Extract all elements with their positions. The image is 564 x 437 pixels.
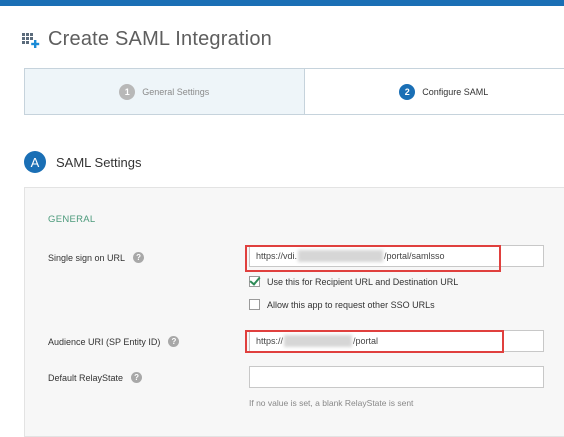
page-header: Create SAML Integration (22, 28, 272, 51)
sso-url-input[interactable]: https://vdi. /portal/samlsso (249, 245, 544, 267)
step-number-badge: 1 (119, 84, 135, 100)
step-label: Configure SAML (422, 87, 488, 97)
group-label-general: GENERAL (48, 214, 96, 225)
sso-url-label: Single sign on URL ? (48, 252, 144, 263)
field-label-text: Default RelayState (48, 373, 123, 383)
redacted-text (298, 250, 383, 262)
page-title: Create SAML Integration (48, 28, 272, 51)
step-general-settings[interactable]: 1 General Settings (25, 69, 304, 114)
section-badge: A (24, 151, 46, 173)
help-icon[interactable]: ? (133, 252, 144, 263)
relay-state-input[interactable] (249, 366, 544, 388)
help-icon[interactable]: ? (168, 336, 179, 347)
other-sso-checkbox[interactable] (249, 299, 260, 310)
recipient-url-checkbox-row[interactable]: Use this for Recipient URL and Destinati… (249, 276, 458, 287)
recipient-url-checkbox[interactable] (249, 276, 260, 287)
wizard-stepper: 1 General Settings 2 Configure SAML (24, 68, 564, 115)
top-bar (0, 0, 564, 6)
relay-state-hint: If no value is set, a blank RelayState i… (249, 398, 413, 408)
input-value-suffix: /portal (353, 336, 378, 346)
other-sso-checkbox-row[interactable]: Allow this app to request other SSO URLs (249, 299, 435, 310)
step-number-badge: 2 (399, 84, 415, 100)
checkbox-label: Use this for Recipient URL and Destinati… (267, 277, 458, 287)
audience-uri-input[interactable]: https:// /portal (249, 330, 544, 352)
input-value-prefix: https:// (256, 336, 283, 346)
step-label: General Settings (142, 87, 209, 97)
checkbox-label: Allow this app to request other SSO URLs (267, 300, 435, 310)
input-value-prefix: https://vdi. (256, 251, 297, 261)
step-configure-saml[interactable]: 2 Configure SAML (304, 69, 564, 114)
audience-uri-label: Audience URI (SP Entity ID) ? (48, 336, 179, 347)
field-label-text: Single sign on URL (48, 253, 125, 263)
field-label-text: Audience URI (SP Entity ID) (48, 337, 160, 347)
relay-state-label: Default RelayState ? (48, 372, 142, 383)
help-icon[interactable]: ? (131, 372, 142, 383)
section-header: A SAML Settings (24, 151, 142, 173)
input-value-suffix: /portal/samlsso (384, 251, 445, 261)
section-title: SAML Settings (56, 155, 142, 170)
redacted-text (284, 335, 352, 347)
app-grid-add-icon (22, 31, 42, 49)
